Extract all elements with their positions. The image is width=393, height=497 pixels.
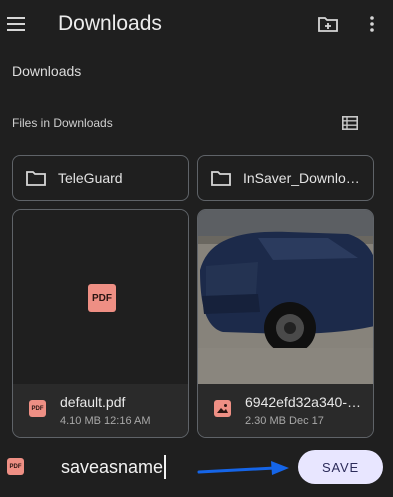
pdf-icon: PDF: [29, 400, 46, 417]
file-name: default.pdf: [60, 394, 126, 410]
file-name: 6942efd32a340-e3a85ca0.jpg: [245, 394, 367, 410]
list-view-icon: [342, 116, 358, 130]
view-toggle-button[interactable]: [334, 108, 366, 138]
folder-card-teleguard[interactable]: TeleGuard: [12, 155, 189, 201]
pdf-preview-icon: PDF: [88, 284, 116, 312]
more-options-button[interactable]: [358, 8, 386, 40]
folder-card-insaver[interactable]: InSaver_Downloads: [197, 155, 374, 201]
page-title: Downloads: [58, 12, 162, 35]
file-date: 12:16 AM: [104, 415, 151, 427]
folder-name: InSaver_Downloads: [243, 170, 361, 186]
save-button[interactable]: SAVE: [298, 450, 383, 484]
file-meta: 6942efd32a340-e3a85ca0.jpg 2.30 MB Dec 1…: [198, 384, 373, 437]
folder-icon: [211, 171, 231, 186]
annotation-arrow: [197, 461, 289, 475]
pdf-preview-label: PDF: [92, 292, 112, 304]
file-thumbnail: PDF: [13, 210, 188, 386]
file-card-default-pdf[interactable]: PDF PDF default.pdf 4.10 MB 12:16 AM: [12, 209, 189, 438]
truck-photo: [198, 210, 373, 386]
breadcrumb[interactable]: Downloads: [12, 63, 81, 79]
file-size: 2.30 MB: [245, 415, 286, 427]
file-card-image[interactable]: 6942efd32a340-e3a85ca0.jpg 2.30 MB Dec 1…: [197, 209, 374, 438]
file-details: 4.10 MB 12:16 AM: [60, 415, 151, 427]
hamburger-menu-icon: [7, 17, 25, 31]
more-vert-icon: [370, 16, 374, 32]
filename-input[interactable]: [61, 455, 171, 479]
text-cursor: [164, 455, 166, 479]
file-date: Dec 17: [289, 415, 324, 427]
file-size: 4.10 MB: [60, 415, 101, 427]
pdf-icon: PDF: [7, 458, 24, 475]
file-details: 2.30 MB Dec 17: [245, 415, 324, 427]
folder-name: TeleGuard: [58, 170, 123, 186]
new-folder-button[interactable]: [312, 8, 344, 40]
folder-icon: [26, 171, 46, 186]
menu-button[interactable]: [0, 8, 32, 40]
file-meta: PDF default.pdf 4.10 MB 12:16 AM: [13, 384, 188, 437]
image-thumbnail: [198, 210, 373, 386]
new-folder-icon: [318, 17, 338, 32]
image-icon: [214, 400, 231, 417]
files-section-label: Files in Downloads: [12, 116, 113, 130]
